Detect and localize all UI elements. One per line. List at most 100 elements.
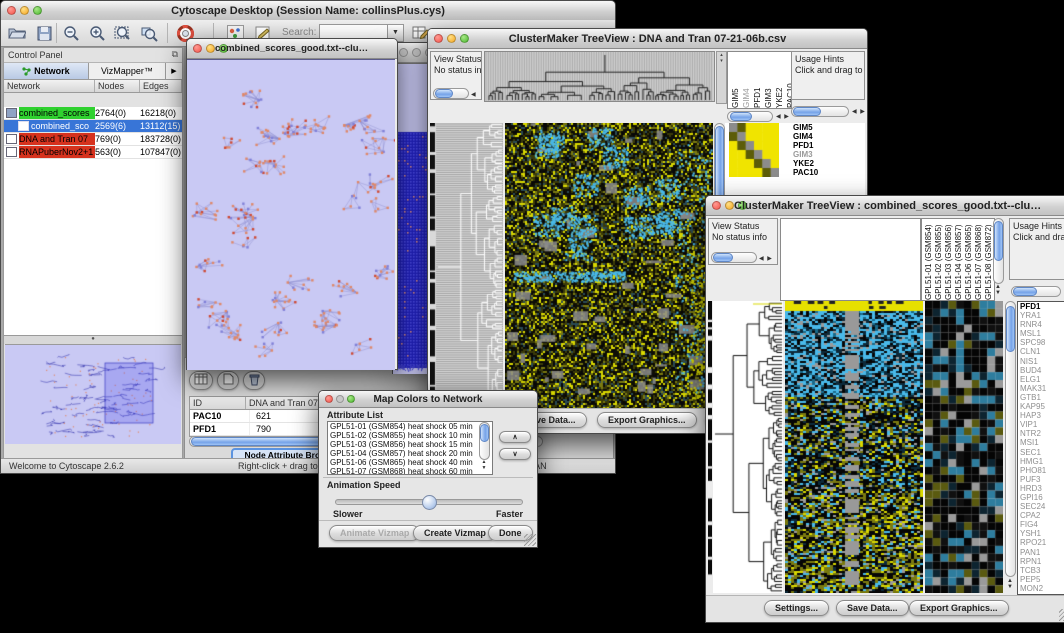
close-icon[interactable] <box>399 48 408 57</box>
gene-list-item[interactable]: HMG1 <box>1018 457 1064 466</box>
resize-grip[interactable] <box>1059 609 1064 621</box>
network-window-titlebar[interactable]: combined_scores_good.txt--cluste... <box>187 39 397 59</box>
gene-list-item[interactable]: VIP1 <box>1018 420 1064 429</box>
network-table-row[interactable]: combined_sco2569(6)13112(15) <box>4 120 182 133</box>
tv2-row-dendrogram[interactable] <box>713 301 783 593</box>
treeview2-titlebar[interactable]: ClusterMaker TreeView : combined_scores_… <box>706 196 1064 216</box>
scroll-arrows[interactable]: ▲▼ <box>1007 578 1014 590</box>
attribute-list-item[interactable]: GPL51-06 (GSM865) heat shock 40 min <box>328 458 492 467</box>
select-attributes-icon[interactable] <box>189 371 213 390</box>
gene-list-item[interactable]: ELG1 <box>1018 375 1064 384</box>
gene-list-item[interactable]: MSI1 <box>1018 438 1064 447</box>
scroll-arrows[interactable]: ◀ ▶ <box>471 90 481 100</box>
tv2-labels-scrollbar[interactable] <box>993 218 1004 284</box>
network-canvas[interactable] <box>187 59 395 370</box>
scroll-arrows[interactable]: ▲▼ <box>995 284 1002 296</box>
attribute-list-item[interactable]: GPL51-07 (GSM868) heat shock 60 min <box>328 467 492 475</box>
tv1-column-dendrogram[interactable] <box>484 51 715 102</box>
gene-list-item[interactable]: GTB1 <box>1018 393 1064 402</box>
settings-button[interactable]: Settings... <box>764 600 829 616</box>
attribute-list-item[interactable]: GPL51-02 (GSM855) heat shock 10 min <box>328 431 492 440</box>
zoom-in-icon[interactable] <box>85 22 109 44</box>
gene-list-item[interactable]: PFD1 <box>1018 302 1064 311</box>
tv2-gene-list[interactable]: PFD1YRA1RNR4MSL1SPC98CLN1NIS1BUD4ELG1MAK… <box>1017 301 1064 595</box>
gene-list-item[interactable]: NIS1 <box>1018 357 1064 366</box>
gene-list-item[interactable]: MON2 <box>1018 584 1064 593</box>
scroll-arrows[interactable]: ◀ ▶ <box>852 108 866 115</box>
gene-list-item[interactable]: SEC1 <box>1018 448 1064 457</box>
gene-list-item[interactable]: SEC24 <box>1018 502 1064 511</box>
attribute-list[interactable]: GPL51-01 (GSM854) heat shock 05 minGPL51… <box>327 421 493 475</box>
move-up-button[interactable]: ∧ <box>499 431 531 443</box>
tab-overflow-arrow[interactable]: ▶ <box>166 63 182 79</box>
scroll-arrows[interactable]: ◀ ▶ <box>759 254 773 265</box>
animate-vizmap-button[interactable]: Animate Vizmap <box>329 525 420 541</box>
save-data-button[interactable]: Save Data... <box>836 600 909 616</box>
network-table-row[interactable]: DNA and Tran 07769(0)183728(0) <box>4 133 182 146</box>
save-icon[interactable] <box>32 22 56 44</box>
resize-grip[interactable] <box>524 534 536 546</box>
gene-list-item[interactable]: PAN1 <box>1018 548 1064 557</box>
tv1-status-scrollbar[interactable] <box>433 88 469 99</box>
tv1-heatmap[interactable] <box>505 123 713 409</box>
tv1-row-dendrogram[interactable] <box>430 123 503 409</box>
create-attribute-icon[interactable] <box>217 371 239 390</box>
attribute-list-item[interactable]: GPL51-04 (GSM857) heat shock 20 min <box>328 449 492 458</box>
gene-list-item[interactable]: HAP3 <box>1018 411 1064 420</box>
gene-list-item[interactable]: HRD3 <box>1018 484 1064 493</box>
attribute-list-item[interactable]: GPL51-01 (GSM854) heat shock 05 min <box>328 422 492 431</box>
gene-list-item[interactable]: NTR2 <box>1018 429 1064 438</box>
float-panel-icon[interactable]: ⧉ <box>172 49 178 60</box>
minimize-icon[interactable] <box>412 48 421 57</box>
treeview1-titlebar[interactable]: ClusterMaker TreeView : DNA and Tran 07-… <box>428 29 867 49</box>
tv1-zoom-matrix[interactable] <box>729 123 779 177</box>
gene-list-item[interactable]: PEP5 <box>1018 575 1064 584</box>
tv2-vscrollbar[interactable] <box>1005 301 1016 577</box>
tv2-hints-scrollbar[interactable] <box>1011 286 1061 297</box>
slider-thumb[interactable] <box>422 495 437 510</box>
tv1-labels-scrollbar[interactable] <box>727 111 773 122</box>
tv2-heatmap[interactable] <box>785 301 923 593</box>
dialog-titlebar[interactable]: Map Colors to Network <box>319 391 537 408</box>
gene-list-item[interactable]: CPA2 <box>1018 511 1064 520</box>
attribute-list-item[interactable]: GPL51-03 (GSM856) heat shock 15 min <box>328 440 492 449</box>
gene-list-item[interactable]: TCB3 <box>1018 566 1064 575</box>
network-table-row[interactable]: RNAPuberNov2+1563(0)107847(0) <box>4 146 182 159</box>
tab-network[interactable]: Network <box>4 63 89 79</box>
tab-vizmapper[interactable]: VizMapper™ <box>89 63 166 79</box>
gene-list-item[interactable]: BUD4 <box>1018 366 1064 375</box>
main-titlebar[interactable]: Cytoscape Desktop (Session Name: collins… <box>1 1 615 21</box>
gene-list-item[interactable]: SPC98 <box>1018 338 1064 347</box>
network-overview[interactable] <box>5 344 181 444</box>
delete-attribute-icon[interactable] <box>243 371 265 390</box>
gene-list-item[interactable]: PHO81 <box>1018 466 1064 475</box>
move-down-button[interactable]: ∨ <box>499 448 531 460</box>
create-vizmap-button[interactable]: Create Vizmap <box>413 525 497 541</box>
attribute-list-scrollbar[interactable] <box>479 422 490 460</box>
zoom-fit-icon[interactable] <box>111 22 135 44</box>
gene-list-item[interactable]: CLN1 <box>1018 347 1064 356</box>
export-graphics-button[interactable]: Export Graphics... <box>597 412 697 428</box>
animation-speed-slider[interactable] <box>335 499 523 505</box>
gene-list-item[interactable]: RPN1 <box>1018 557 1064 566</box>
scroll-arrows[interactable]: ◀ ▶ <box>776 113 790 120</box>
open-icon[interactable] <box>5 22 29 44</box>
panel-splitter[interactable]: ● <box>4 336 182 344</box>
tv2-zoom-heatmap[interactable] <box>925 301 1003 593</box>
gene-list-item[interactable]: YSH1 <box>1018 529 1064 538</box>
gene-list-item[interactable]: YRA1 <box>1018 311 1064 320</box>
export-graphics-button[interactable]: Export Graphics... <box>909 600 1009 616</box>
gene-list-item[interactable]: MSL1 <box>1018 329 1064 338</box>
gene-list-item[interactable]: GPI16 <box>1018 493 1064 502</box>
gene-list-item[interactable]: MAK31 <box>1018 384 1064 393</box>
zoom-region-icon[interactable] <box>137 22 161 44</box>
tv2-status-scrollbar[interactable] <box>711 252 757 263</box>
gene-list-item[interactable]: RPO21 <box>1018 538 1064 547</box>
gene-list-item[interactable]: PUF3 <box>1018 475 1064 484</box>
scroll-arrows[interactable]: ▲▼ <box>482 459 488 471</box>
tv1-hints-scrollbar[interactable] <box>791 106 849 117</box>
gene-list-item[interactable]: KAP95 <box>1018 402 1064 411</box>
gene-list-item[interactable]: FIG4 <box>1018 520 1064 529</box>
zoom-out-icon[interactable] <box>59 22 83 44</box>
gene-list-item[interactable]: RNR4 <box>1018 320 1064 329</box>
